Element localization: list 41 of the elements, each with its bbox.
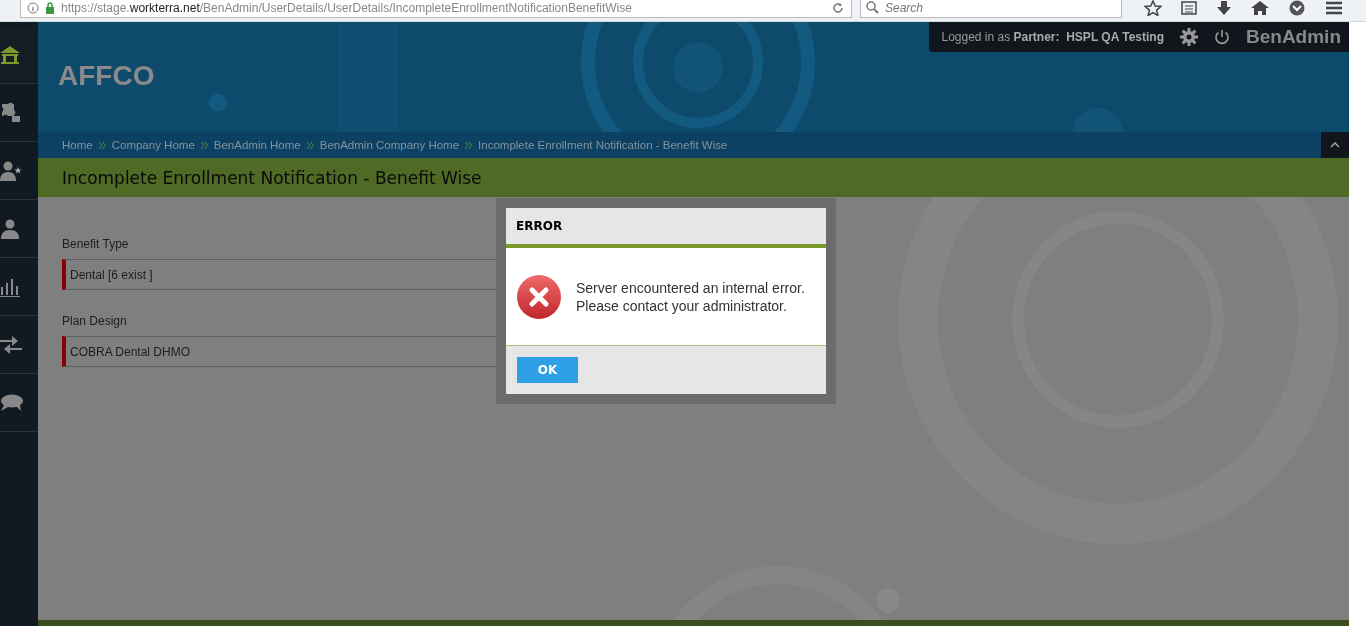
chevron-icon [200, 141, 208, 149]
download-icon[interactable] [1216, 0, 1232, 15]
search-field[interactable]: Search [860, 0, 1122, 18]
info-icon [27, 1, 39, 14]
puzzle-icon [0, 101, 22, 124]
power-icon[interactable] [1214, 29, 1230, 45]
field-label: Plan Design [62, 314, 128, 328]
home-icon[interactable] [1251, 0, 1269, 15]
chevron-icon [465, 141, 473, 149]
user-star-icon [0, 160, 22, 181]
user-icon [0, 218, 20, 239]
app-name: BenAdmin [1246, 26, 1341, 48]
house-icon [0, 45, 20, 64]
chevron-icon [306, 141, 314, 149]
breadcrumb-link[interactable]: Home [62, 139, 93, 151]
list-icon[interactable] [1181, 0, 1197, 15]
settings-icon[interactable] [1180, 28, 1198, 46]
chevron-icon [98, 141, 106, 149]
company-name: AFFCO [58, 60, 155, 92]
breadcrumb-link[interactable]: Company Home [111, 139, 195, 151]
error-message: Server encountered an internal error. Please contact your administrator. [576, 278, 805, 315]
star-icon[interactable] [1144, 0, 1162, 16]
breadcrumb-link[interactable]: BenAdmin Company Home [319, 139, 460, 151]
reload-icon[interactable] [831, 0, 845, 15]
page-title: Incomplete Enrollment Notification - Benefit Wise [62, 167, 482, 188]
login-info: Logged in as Partner: HSPL QA Testing [941, 30, 1164, 44]
breadcrumb-link[interactable]: BenAdmin Home [213, 139, 301, 151]
menu-icon[interactable] [1325, 0, 1343, 15]
field-label: Benefit Type [62, 237, 130, 251]
breadcrumb-link[interactable]: Incomplete Enrollment Notification - Benefit Wise [478, 139, 728, 151]
bar-chart-icon [0, 276, 20, 297]
chat-bubble-icon [0, 393, 24, 412]
error-icon [517, 274, 561, 319]
lock-icon [45, 1, 55, 14]
chevron-up-icon [1330, 142, 1340, 148]
shield-icon[interactable] [1288, 0, 1306, 16]
collapse-button[interactable] [1321, 132, 1349, 158]
url-field[interactable]: https://stage.workterra.net/BenAdmin/UserDetails/UserDetails/IncompleteEnrollmentNotificationBenefitWise [20, 0, 852, 18]
swap-arrows-icon [0, 335, 22, 354]
search-icon [866, 0, 879, 14]
ok-button[interactable]: OK [517, 357, 578, 383]
